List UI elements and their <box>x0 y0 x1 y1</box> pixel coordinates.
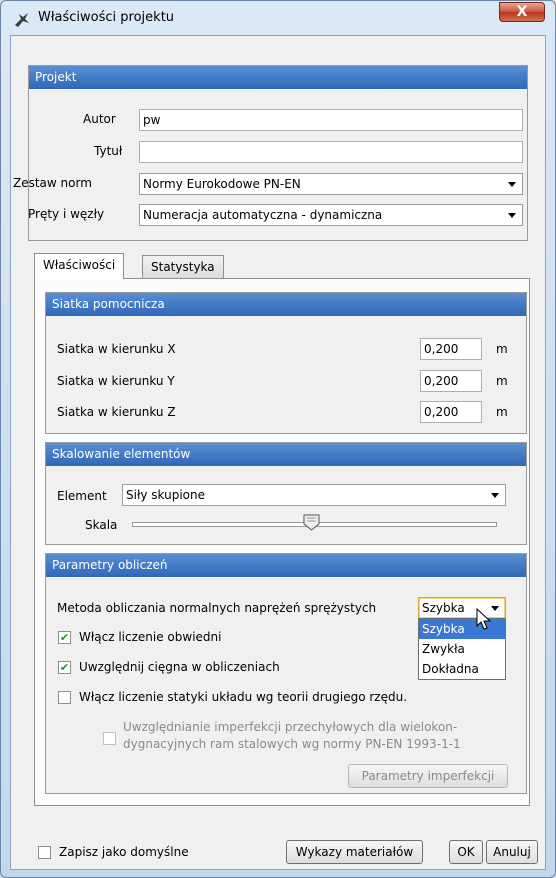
tytul-input[interactable] <box>139 141 523 163</box>
dialog-client: Projekt Autor pw Tytuł Zestaw norm Normy… <box>10 35 546 870</box>
slider-thumb-icon <box>303 514 320 531</box>
ok-button[interactable]: OK <box>449 840 483 864</box>
element-select[interactable]: Siły skupione <box>122 484 506 506</box>
dialog-window: Właściwości projektu X Projekt Autor pw … <box>0 0 556 878</box>
metoda-option-szybka[interactable]: Szybka <box>419 619 505 639</box>
parametry-imperfekcji-button: Parametry imperfekcji <box>348 764 508 788</box>
chevron-down-icon <box>491 493 499 498</box>
app-icon <box>15 13 29 27</box>
siatka-z-input[interactable]: 0,200 <box>420 401 482 423</box>
title-bar[interactable]: Właściwości projektu X <box>1 1 555 35</box>
chevron-down-icon <box>508 182 516 187</box>
zestaw-value: Normy Eurokodowe PN-EN <box>143 177 301 191</box>
projekt-header: Projekt <box>29 66 527 89</box>
parametry-header: Parametry obliczeń <box>46 554 526 577</box>
prety-label: Pręty i węzły <box>28 207 105 221</box>
siatka-x-input[interactable]: 0,200 <box>420 338 482 360</box>
metoda-value: Szybka <box>422 601 465 615</box>
anuluj-button[interactable]: Anuluj <box>486 840 538 864</box>
zestaw-select[interactable]: Normy Eurokodowe PN-EN <box>139 173 523 195</box>
ciegna-checkbox[interactable]: ✔ <box>58 661 71 674</box>
metoda-option-dokladna[interactable]: Dokładna <box>419 659 505 679</box>
zapisz-domyslne-label: Zapisz jako domyślne <box>59 845 189 859</box>
prety-select[interactable]: Numeracja automatyczna - dynamiczna <box>139 204 523 226</box>
siatka-z-unit: m <box>496 405 508 419</box>
imperfekcje-label-line1: Uwzględnianie imperfekcji przechyłowych … <box>123 720 458 734</box>
chevron-down-icon <box>491 606 499 611</box>
siatka-z-label: Siatka w kierunku Z <box>57 405 176 419</box>
zapisz-domyslne-checkbox[interactable] <box>38 846 51 859</box>
siatka-y-unit: m <box>496 374 508 388</box>
imperfekcje-label-line2: dygnacyjnych ram stalowych wg normy PN-E… <box>123 737 461 751</box>
chevron-down-icon <box>508 213 516 218</box>
siatka-header: Siatka pomocnicza <box>46 293 526 316</box>
mouse-cursor-icon <box>476 608 492 630</box>
autor-input[interactable]: pw <box>139 109 523 131</box>
tab-statystyka[interactable]: Statystyka <box>142 255 224 279</box>
obwiednia-checkbox[interactable]: ✔ <box>58 631 71 644</box>
siatka-x-unit: m <box>496 342 508 356</box>
wykazy-materialow-button[interactable]: Wykazy materiałów <box>286 840 423 864</box>
zestaw-label: Zestaw norm <box>13 176 92 190</box>
skalowanie-header: Skalowanie elementów <box>46 443 526 466</box>
siatka-y-input[interactable]: 0,200 <box>420 370 482 392</box>
close-button[interactable]: X <box>499 2 545 22</box>
skala-label: Skala <box>85 518 118 532</box>
obwiednia-label: Włącz liczenie obwiedni <box>79 630 222 644</box>
metoda-select[interactable]: Szybka <box>418 597 506 619</box>
siatka-y-label: Siatka w kierunku Y <box>57 374 175 388</box>
siatka-x-label: Siatka w kierunku X <box>57 342 176 356</box>
imperfekcje-checkbox <box>103 732 116 745</box>
metoda-label: Metoda obliczania normalnych naprężeń sp… <box>57 601 377 615</box>
element-value: Siły skupione <box>126 488 205 502</box>
autor-label: Autor <box>83 112 116 126</box>
teoria-drugiego-rzedu-label: Włącz liczenie statyki układu wg teorii … <box>79 690 408 704</box>
tab-wlasciwosci[interactable]: Właściwości <box>34 253 125 279</box>
teoria-drugiego-rzedu-checkbox[interactable] <box>58 691 71 704</box>
tytul-label: Tytuł <box>94 144 123 158</box>
metoda-dropdown-list: Szybka Zwykła Dokładna <box>418 618 506 680</box>
skala-slider-thumb[interactable] <box>303 514 320 531</box>
prety-value: Numeracja automatyczna - dynamiczna <box>143 208 383 222</box>
element-label: Element <box>57 489 107 503</box>
metoda-option-zwykla[interactable]: Zwykła <box>419 639 505 659</box>
window-title: Właściwości projektu <box>38 10 175 25</box>
ciegna-label: Uwzględnij cięgna w obliczeniach <box>79 660 280 674</box>
